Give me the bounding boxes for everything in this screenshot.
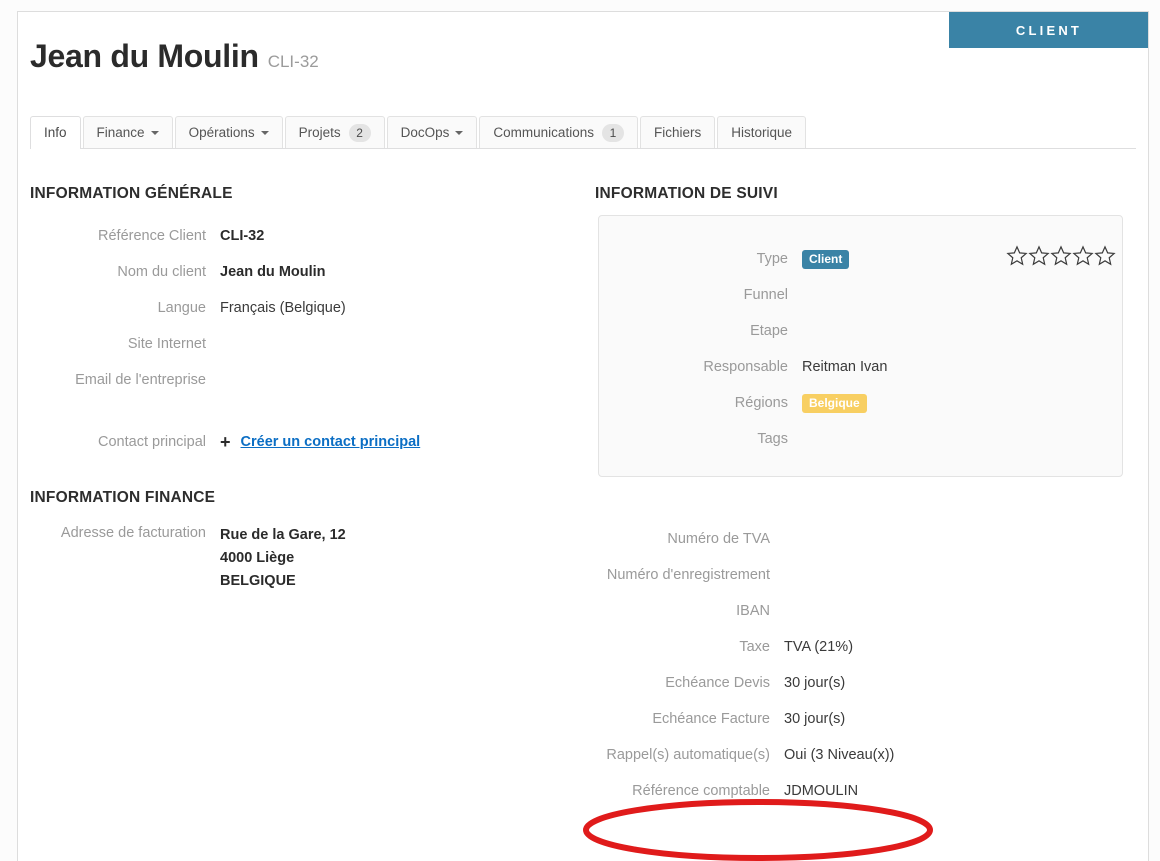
field-label: Numéro d'enregistrement — [606, 567, 770, 583]
tab-label: Historique — [731, 125, 793, 140]
type-badge: Client — [802, 250, 850, 269]
tab-finance[interactable]: Finance — [82, 116, 173, 148]
field-reference-client: Référence Client CLI-32 — [30, 227, 430, 246]
tab-communications[interactable]: Communications 1 — [479, 116, 638, 148]
field-value: Jean du Moulin — [220, 264, 326, 280]
field-label: IBAN — [736, 603, 770, 619]
field-rappel-s-automatique-s: Rappel(s) automatique(s) Oui (3 Niveau(x)… — [578, 746, 1098, 765]
field-label: Site Internet — [127, 336, 206, 352]
field-label: Echéance Devis — [665, 675, 770, 691]
field-label: Référence Client — [98, 228, 206, 244]
field-label: Référence comptable — [632, 783, 770, 799]
field-value: TVA (21%) — [784, 639, 854, 655]
field-num-ro-d-enregistrement: Numéro d'enregistrement — [578, 566, 1098, 585]
field-value: Oui (3 Niveau(x)) — [784, 747, 895, 763]
create-main-contact-link[interactable]: Créer un contact principal — [241, 433, 421, 452]
field-label: Numéro de TVA — [667, 531, 770, 547]
tab-badge: 2 — [348, 123, 371, 142]
field-site-internet: Site Internet — [30, 335, 430, 354]
field-r-f-rence-comptable: Référence comptable JDMOULIN — [578, 782, 1098, 801]
plus-icon: + — [220, 432, 231, 452]
tab-label: Finance — [96, 125, 145, 140]
field-label: Régions — [734, 395, 788, 411]
field-num-ro-de-tva: Numéro de TVA — [578, 530, 1098, 549]
section-heading-suivi: INFORMATION DE SUIVI — [595, 185, 778, 202]
field-adresse-facturation: Adresse de facturation Rue de la Gare, 1… — [30, 524, 430, 593]
field-label: Tags — [757, 431, 788, 447]
section-heading-finance: INFORMATION FINANCE — [30, 489, 216, 506]
field-value: Belgique — [802, 394, 867, 413]
field-taxe: Taxe TVA (21%) — [578, 638, 1098, 657]
tab-label: Fichiers — [653, 125, 702, 140]
field-label: Responsable — [703, 359, 788, 375]
tab-projets[interactable]: Projets 2 — [284, 116, 385, 148]
field-regions: Régions Belgique — [598, 394, 1123, 413]
tab-badge: 1 — [601, 123, 624, 142]
section-heading-generale: INFORMATION GÉNÉRALE — [30, 185, 233, 202]
page-reference: CLI-32 — [267, 52, 319, 71]
field-value: Reitman Ivan — [802, 359, 888, 375]
field-label: Echéance Facture — [652, 711, 770, 727]
tab-fichiers[interactable]: Fichiers — [639, 116, 716, 148]
field-label: Funnel — [743, 287, 788, 303]
tab-docops[interactable]: DocOps — [386, 116, 478, 148]
field-ech-ance-devis: Echéance Devis 30 jour(s) — [578, 674, 1098, 693]
page-header: Jean du Moulin CLI-32 — [30, 38, 319, 75]
chevron-down-icon — [260, 130, 269, 135]
field-etape: Etape — [598, 322, 1123, 341]
tab-historique[interactable]: Historique — [717, 116, 807, 148]
field-nom-du-client: Nom du client Jean du Moulin — [30, 263, 430, 282]
client-banner-label: CLIENT — [1015, 22, 1083, 38]
page-title: Jean du Moulin — [30, 38, 259, 74]
tab-op-rations[interactable]: Opérations — [174, 116, 283, 148]
field-email-entreprise: Email de l'entreprise — [30, 371, 430, 390]
field-funnel: Funnel — [598, 286, 1123, 305]
field-langue: Langue Français (Belgique) — [30, 299, 430, 318]
field-label: Email de l'entreprise — [75, 372, 206, 388]
field-value: Client — [802, 250, 850, 269]
tab-label: Opérations — [188, 125, 255, 140]
star-icon[interactable] — [1072, 244, 1094, 268]
red-ellipse-annotation — [583, 799, 933, 861]
field-value: CLI-32 — [220, 228, 265, 244]
field-iban: IBAN — [578, 602, 1098, 621]
star-icon[interactable] — [1028, 244, 1050, 268]
tab-label: Projets — [298, 125, 341, 140]
field-tags: Tags — [598, 430, 1123, 449]
field-value: Rue de la Gare, 12 4000 Liège BELGIQUE — [220, 527, 346, 589]
field-label: Adresse de facturation — [60, 525, 206, 541]
star-icon[interactable] — [1094, 244, 1116, 268]
field-label: Taxe — [739, 639, 770, 655]
tab-label: DocOps — [400, 125, 450, 140]
rating-stars[interactable] — [1006, 244, 1116, 268]
chevron-down-icon — [150, 130, 159, 135]
field-value: Français (Belgique) — [220, 300, 346, 316]
field-label: Rappel(s) automatique(s) — [606, 747, 770, 763]
field-responsable: Responsable Reitman Ivan — [598, 358, 1123, 377]
star-icon[interactable] — [1006, 244, 1028, 268]
client-type-banner: CLIENT — [949, 12, 1148, 48]
field-value: 30 jour(s) — [784, 711, 846, 727]
star-icon[interactable] — [1050, 244, 1072, 268]
chevron-down-icon — [455, 130, 464, 135]
field-value: JDMOULIN — [784, 783, 859, 799]
field-label: Nom du client — [117, 264, 206, 280]
region-badge: Belgique — [802, 394, 867, 413]
field-label: Contact principal — [98, 434, 206, 450]
tab-bar: Info Finance Opérations Projets 2 DocOps Commu… — [30, 116, 1136, 149]
app-screen: CLIENT Jean du Moulin CLI-32 Info Finance… — [0, 0, 1160, 861]
field-label: Type — [756, 251, 788, 267]
field-label: Etape — [750, 323, 788, 339]
field-label: Langue — [157, 300, 206, 316]
field-value: 30 jour(s) — [784, 675, 846, 691]
client-detail-card: CLIENT Jean du Moulin CLI-32 Info Finance… — [17, 11, 1149, 861]
tab-info[interactable]: Info — [30, 116, 81, 149]
tab-label: Info — [44, 125, 67, 140]
field-ech-ance-facture: Echéance Facture 30 jour(s) — [578, 710, 1098, 729]
tab-label: Communications — [493, 125, 594, 140]
field-contact-principal: Contact principal + Créer un contact pri… — [30, 433, 420, 452]
